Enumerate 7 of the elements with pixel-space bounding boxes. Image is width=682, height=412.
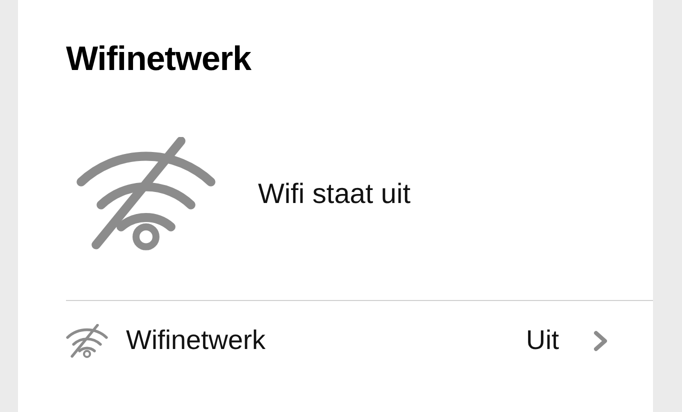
row-label[interactable]: Wifinetwerk (126, 325, 526, 356)
wifi-off-icon (76, 137, 216, 252)
section-title: Wifinetwerk (66, 40, 252, 79)
status-text: Wifi staat uit (258, 178, 410, 210)
row-value: Uit (526, 325, 559, 356)
wifi-off-icon (66, 324, 108, 358)
chevron-icon[interactable] (593, 330, 609, 352)
